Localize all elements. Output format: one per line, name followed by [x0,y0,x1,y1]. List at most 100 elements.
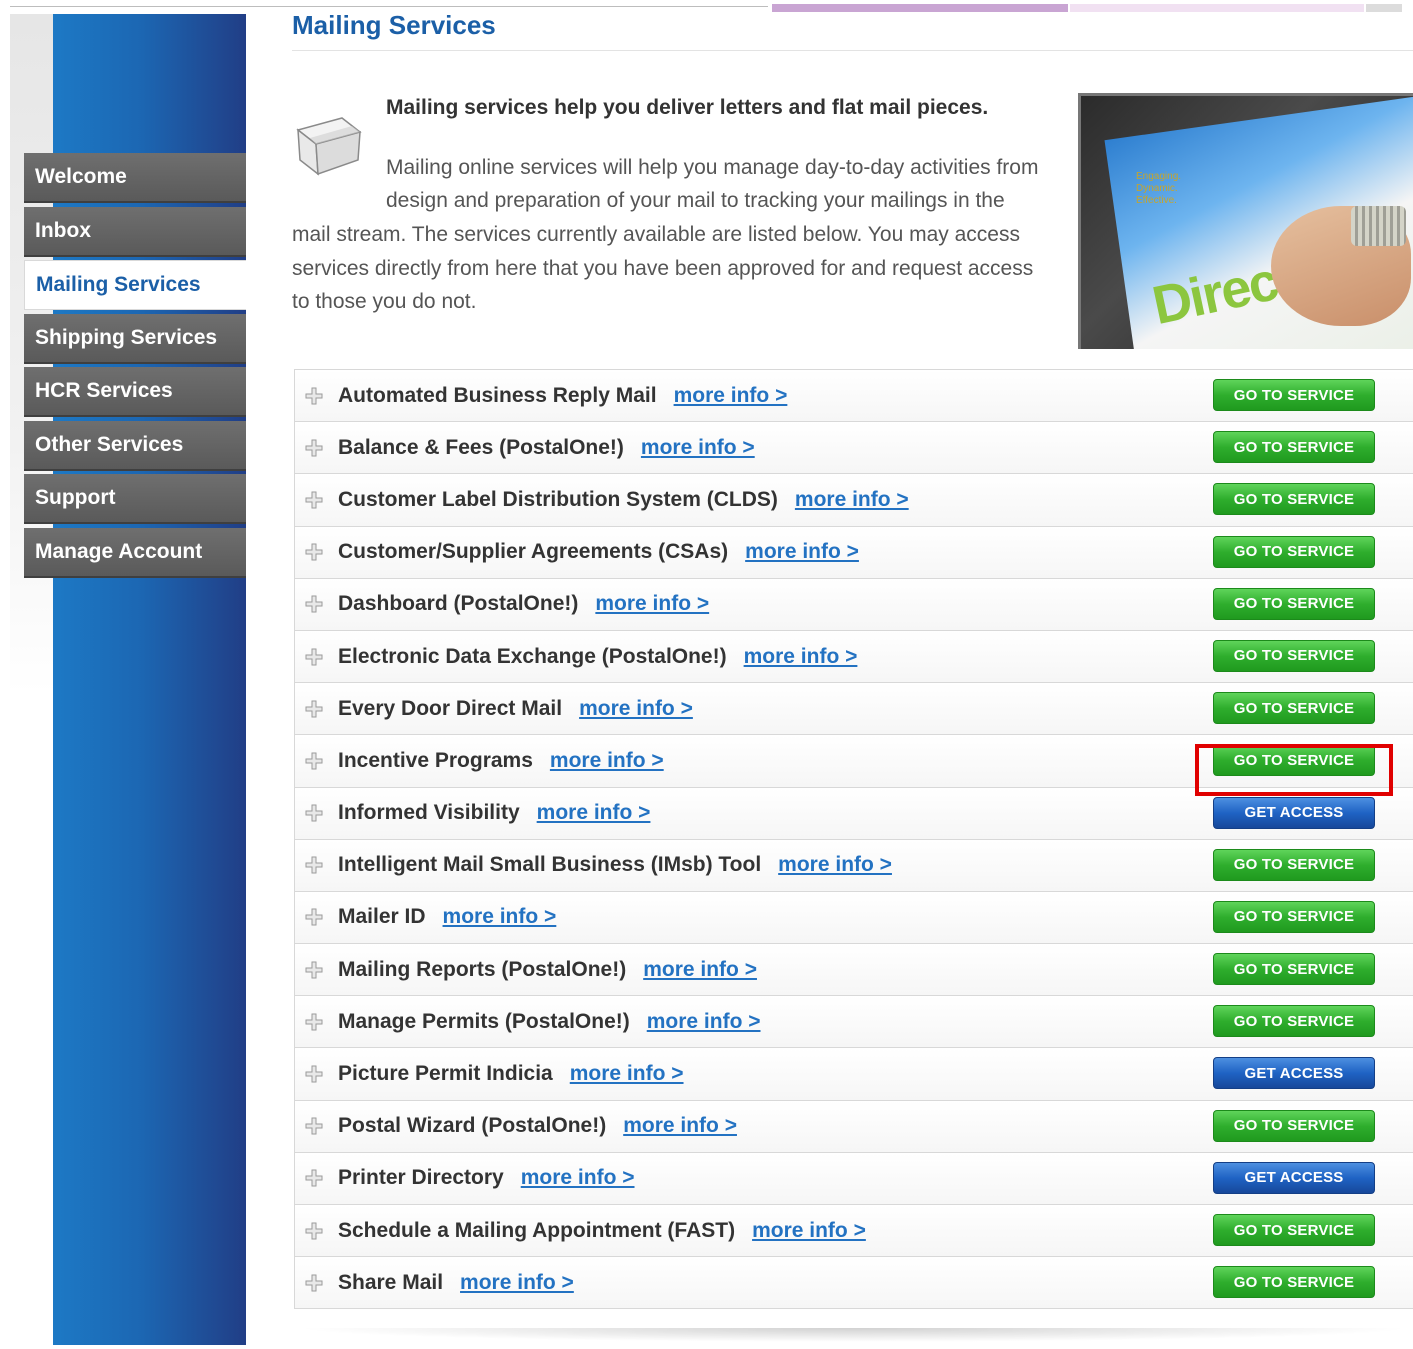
service-name: Mailing Reports (PostalOne!) [338,957,627,981]
service-name: Mailer ID [338,905,426,929]
plus-expand-icon[interactable] [305,1274,323,1292]
more-info-link[interactable]: more info > [623,1114,737,1138]
service-name: Customer Label Distribution System (CLDS… [338,487,778,511]
go-to-service-button[interactable]: GO TO SERVICE [1213,953,1375,986]
plus-expand-icon[interactable] [305,1065,323,1083]
service-name: Dashboard (PostalOne!) [338,592,579,616]
go-to-service-button[interactable]: GO TO SERVICE [1213,900,1375,933]
promo-tagline: Engaging. Dynamic. Effective. [1136,171,1181,207]
go-to-service-button[interactable]: GO TO SERVICE [1213,1109,1375,1142]
sidebar-item-other-services[interactable]: Other Services [24,420,246,471]
more-info-link[interactable]: more info > [641,436,755,460]
intro-text-line: services directly from here that you hav… [292,257,1034,280]
more-info-link[interactable]: more info > [744,645,858,669]
service-row: Mailing Reports (PostalOne!) more info > G… [295,944,1413,997]
more-info-link[interactable]: more info > [795,488,909,512]
service-name: Intelligent Mail Small Business (IMsb) T… [338,853,762,877]
get-access-button[interactable]: GET ACCESS [1213,1161,1375,1194]
go-to-service-button[interactable]: GO TO SERVICE [1213,1266,1375,1299]
service-row: Postal Wizard (PostalOne!) more info > GO … [295,1100,1413,1153]
plus-expand-icon[interactable] [305,1169,323,1187]
sidebar-item-mailing-services[interactable]: Mailing Services [24,260,246,310]
service-name: Incentive Programs [338,748,533,772]
more-info-link[interactable]: more info > [443,905,557,929]
plus-expand-icon[interactable] [305,1117,323,1135]
more-info-link[interactable]: more info > [537,801,651,825]
plus-expand-icon[interactable] [305,491,323,509]
service-name: Electronic Data Exchange (PostalOne!) [338,644,727,668]
service-row: Informed Visibility more info > GET ACCESS [295,787,1413,840]
plus-expand-icon[interactable] [305,648,323,666]
plus-expand-icon[interactable] [305,804,323,822]
plus-expand-icon[interactable] [305,700,323,718]
plus-expand-icon[interactable] [305,1222,323,1240]
plus-expand-icon[interactable] [305,856,323,874]
service-row: Manage Permits (PostalOne!) more info > GO… [295,996,1413,1049]
top-divider [10,6,768,7]
go-to-service-button[interactable]: GO TO SERVICE [1213,431,1375,464]
service-name: Schedule a Mailing Appointment (FAST) [338,1218,736,1242]
sidebar-item-welcome[interactable]: Welcome [24,153,246,203]
service-row: Mailer ID more info > GO TO SERVICE [295,891,1413,945]
get-access-button[interactable]: GET ACCESS [1213,1057,1375,1090]
service-row: Automated Business Reply Mail more info >… [295,370,1413,423]
service-row: Intelligent Mail Small Business (IMsb) T… [295,839,1413,892]
go-to-service-button[interactable]: GO TO SERVICE [1213,483,1375,516]
sidebar-item-support[interactable]: Support [24,474,246,524]
promo-tagline-line: Dynamic. [1136,183,1178,194]
service-name: Share Mail [338,1270,444,1294]
plus-expand-icon[interactable] [305,543,323,561]
plus-expand-icon[interactable] [305,961,323,979]
more-info-link[interactable]: more info > [579,697,693,721]
plus-expand-icon[interactable] [305,439,323,457]
plus-expand-icon[interactable] [305,1013,323,1031]
go-to-service-button[interactable]: GO TO SERVICE [1213,379,1375,411]
more-info-link[interactable]: more info > [550,749,664,773]
go-to-service-button[interactable]: GO TO SERVICE [1213,744,1375,777]
sidebar-item-manage-account[interactable]: Manage Account [24,527,246,578]
more-info-link[interactable]: more info > [674,384,788,408]
promo-tagline-line: Engaging. [1136,171,1182,182]
more-info-link[interactable]: more info > [643,958,757,982]
sidebar-nav: Welcome Inbox Mailing Services Shipping Ser… [24,153,246,581]
go-to-service-button[interactable]: GO TO SERVICE [1213,1005,1375,1038]
service-row: Dashboard (PostalOne!) more info > GO TO S… [295,578,1413,631]
go-to-service-button[interactable]: GO TO SERVICE [1213,848,1375,881]
service-name: Balance & Fees (PostalOne!) [338,435,624,459]
more-info-link[interactable]: more info > [595,592,709,616]
top-tab-accent [772,4,1068,12]
list-shadow [294,1328,1413,1342]
service-name: Picture Permit Indicia [338,1062,553,1086]
more-info-link[interactable]: more info > [570,1062,684,1086]
go-to-service-button[interactable]: GO TO SERVICE [1213,639,1375,672]
service-name: Manage Permits (PostalOne!) [338,1009,630,1033]
service-row: Picture Permit Indicia more info > GET ACC… [295,1048,1413,1101]
plus-expand-icon[interactable] [305,752,323,770]
services-list: Automated Business Reply Mail more info >… [294,369,1413,1310]
service-row: Balance & Fees (PostalOne!) more info > GO… [295,422,1413,475]
intro-text-line: mail stream. The services currently avai… [292,223,1020,246]
top-tab-accent-gray [1366,4,1402,12]
more-info-link[interactable]: more info > [745,540,859,564]
service-name: Printer Directory [338,1166,504,1190]
sidebar-item-inbox[interactable]: Inbox [24,206,246,257]
get-access-button[interactable]: GET ACCESS [1213,796,1375,829]
service-row: Every Door Direct Mail more info > GO TO S… [295,683,1413,736]
go-to-service-button[interactable]: GO TO SERVICE [1213,1214,1375,1246]
go-to-service-button[interactable]: GO TO SERVICE [1213,692,1375,725]
more-info-link[interactable]: more info > [460,1271,574,1295]
sidebar-item-shipping-services[interactable]: Shipping Services [24,313,246,364]
go-to-service-button[interactable]: GO TO SERVICE [1213,587,1375,620]
more-info-link[interactable]: more info > [778,853,892,877]
more-info-link[interactable]: more info > [647,1010,761,1034]
sidebar-item-hcr-services[interactable]: HCR Services [24,367,246,417]
plus-expand-icon[interactable] [305,595,323,613]
go-to-service-button[interactable]: GO TO SERVICE [1213,535,1375,568]
plus-expand-icon[interactable] [305,387,323,405]
intro-heading: Mailing services help you deliver letter… [386,96,989,119]
service-row: Customer Label Distribution System (CLDS… [295,474,1413,527]
more-info-link[interactable]: more info > [752,1219,866,1243]
service-name: Informed Visibility [338,801,520,825]
plus-expand-icon[interactable] [305,908,323,926]
more-info-link[interactable]: more info > [521,1166,635,1190]
